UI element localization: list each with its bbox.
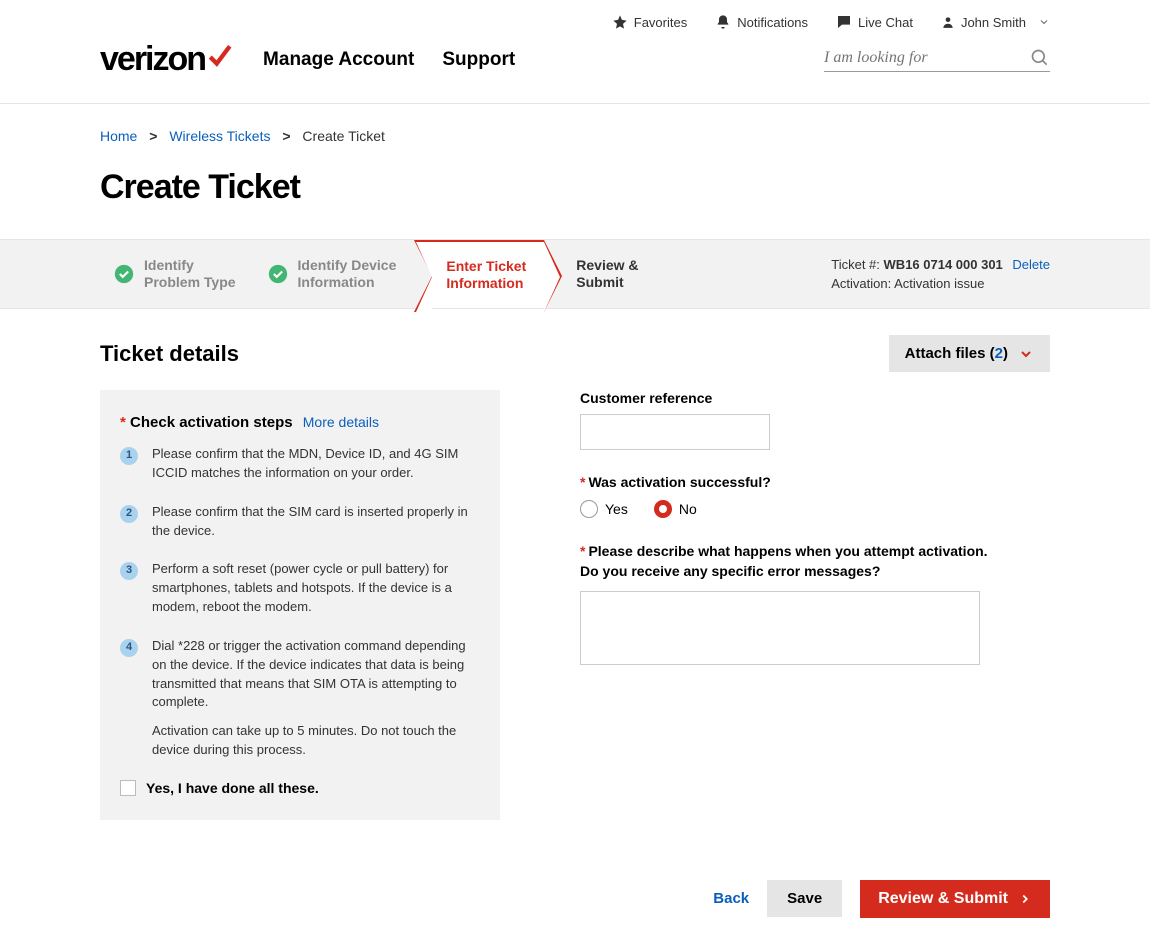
more-details-link[interactable]: More details [303,414,379,430]
user-icon [941,15,955,29]
section-header-row: Ticket details Attach files (2) [0,309,1150,390]
review-submit-button[interactable]: Review & Submit [860,880,1050,918]
check-circle-icon [268,264,288,284]
utility-bar: Favorites Notifications Live Chat John S… [0,0,1150,40]
radio-no[interactable]: No [654,500,697,518]
star-icon [612,14,628,30]
check-circle-icon [114,264,134,284]
logo[interactable]: verizon [100,40,233,79]
check-icon [207,43,233,69]
breadcrumb-sep: > [282,128,290,144]
user-name: John Smith [961,15,1026,30]
search-input[interactable] [824,49,1030,67]
customer-reference-input[interactable] [580,414,770,450]
attach-files-button[interactable]: Attach files (2) [889,335,1050,372]
wizard-step-review-submit[interactable]: Review &Submit [562,240,656,308]
live-chat-label: Live Chat [858,15,913,30]
breadcrumb-home[interactable]: Home [100,128,137,144]
ticket-number: WB16 0714 000 301 [884,257,1003,272]
step-4: 4 Dial *228 or trigger the activation co… [120,637,480,760]
nav-support[interactable]: Support [442,49,515,71]
activation-line: Activation: Activation issue [831,274,1050,294]
card-header: * Check activation steps More details [120,414,480,431]
describe-label: *Please describe what happens when you a… [580,542,1050,581]
favorites-link[interactable]: Favorites [612,14,687,30]
nav-manage[interactable]: Manage Account [263,49,414,71]
chat-icon [836,14,852,30]
notifications-link[interactable]: Notifications [715,14,808,30]
activation-success-group: *Was activation successful? Yes No [580,474,1050,518]
ticket-form: Customer reference *Was activation succe… [580,390,1050,820]
logo-text: verizon [100,40,205,79]
header: verizon Manage Account Support [0,40,1150,103]
step-badge: 1 [120,447,138,465]
activation-steps-card: * Check activation steps More details 1 … [100,390,500,820]
activation-success-label: *Was activation successful? [580,474,1050,490]
section-title: Ticket details [100,341,239,367]
chevron-down-icon [1018,346,1034,362]
step-badge: 2 [120,505,138,523]
radio-icon [654,500,672,518]
describe-group: *Please describe what happens when you a… [580,542,1050,668]
wizard-step-enter-ticket[interactable]: Enter TicketInformation [432,240,544,308]
delete-ticket-link[interactable]: Delete [1012,257,1050,272]
favorites-label: Favorites [634,15,687,30]
breadcrumb-current: Create Ticket [302,128,384,144]
notifications-label: Notifications [737,15,808,30]
confirm-label: Yes, I have done all these. [146,780,319,796]
customer-reference-group: Customer reference [580,390,1050,450]
breadcrumb-wireless[interactable]: Wireless Tickets [169,128,270,144]
breadcrumb-sep: > [149,128,157,144]
user-menu[interactable]: John Smith [941,15,1050,30]
radio-yes[interactable]: Yes [580,500,628,518]
live-chat-link[interactable]: Live Chat [836,14,913,30]
main-columns: * Check activation steps More details 1 … [0,390,1150,820]
customer-reference-label: Customer reference [580,390,1050,406]
step-badge: 4 [120,639,138,657]
save-button[interactable]: Save [767,880,842,917]
page-title: Create Ticket [0,144,1150,239]
back-button[interactable]: Back [713,890,749,907]
breadcrumb: Home > Wireless Tickets > Create Ticket [0,104,1150,144]
radio-icon [580,500,598,518]
step-2: 2 Please confirm that the SIM card is in… [120,503,480,541]
confirm-checkbox-row[interactable]: Yes, I have done all these. [120,780,480,796]
wizard-step-problem-type[interactable]: IdentifyProblem Type [100,240,254,308]
step-badge: 3 [120,562,138,580]
main-nav: Manage Account Support [263,49,515,71]
wizard-step-device-info[interactable]: Identify DeviceInformation [254,240,415,308]
action-row: Back Save Review & Submit [0,820,1150,948]
checkbox-icon[interactable] [120,780,136,796]
wizard-bar: IdentifyProblem Type Identify DeviceInfo… [0,239,1150,309]
step-1: 1 Please confirm that the MDN, Device ID… [120,445,480,483]
chevron-right-icon [1018,892,1032,906]
search[interactable] [824,48,1050,72]
step-3: 3 Perform a soft reset (power cycle or p… [120,560,480,617]
describe-textarea[interactable] [580,591,980,665]
wizard-meta: Ticket #: WB16 0714 000 301 Delete Activ… [831,240,1050,308]
chevron-down-icon [1038,16,1050,28]
search-icon[interactable] [1030,48,1050,68]
bell-icon [715,14,731,30]
